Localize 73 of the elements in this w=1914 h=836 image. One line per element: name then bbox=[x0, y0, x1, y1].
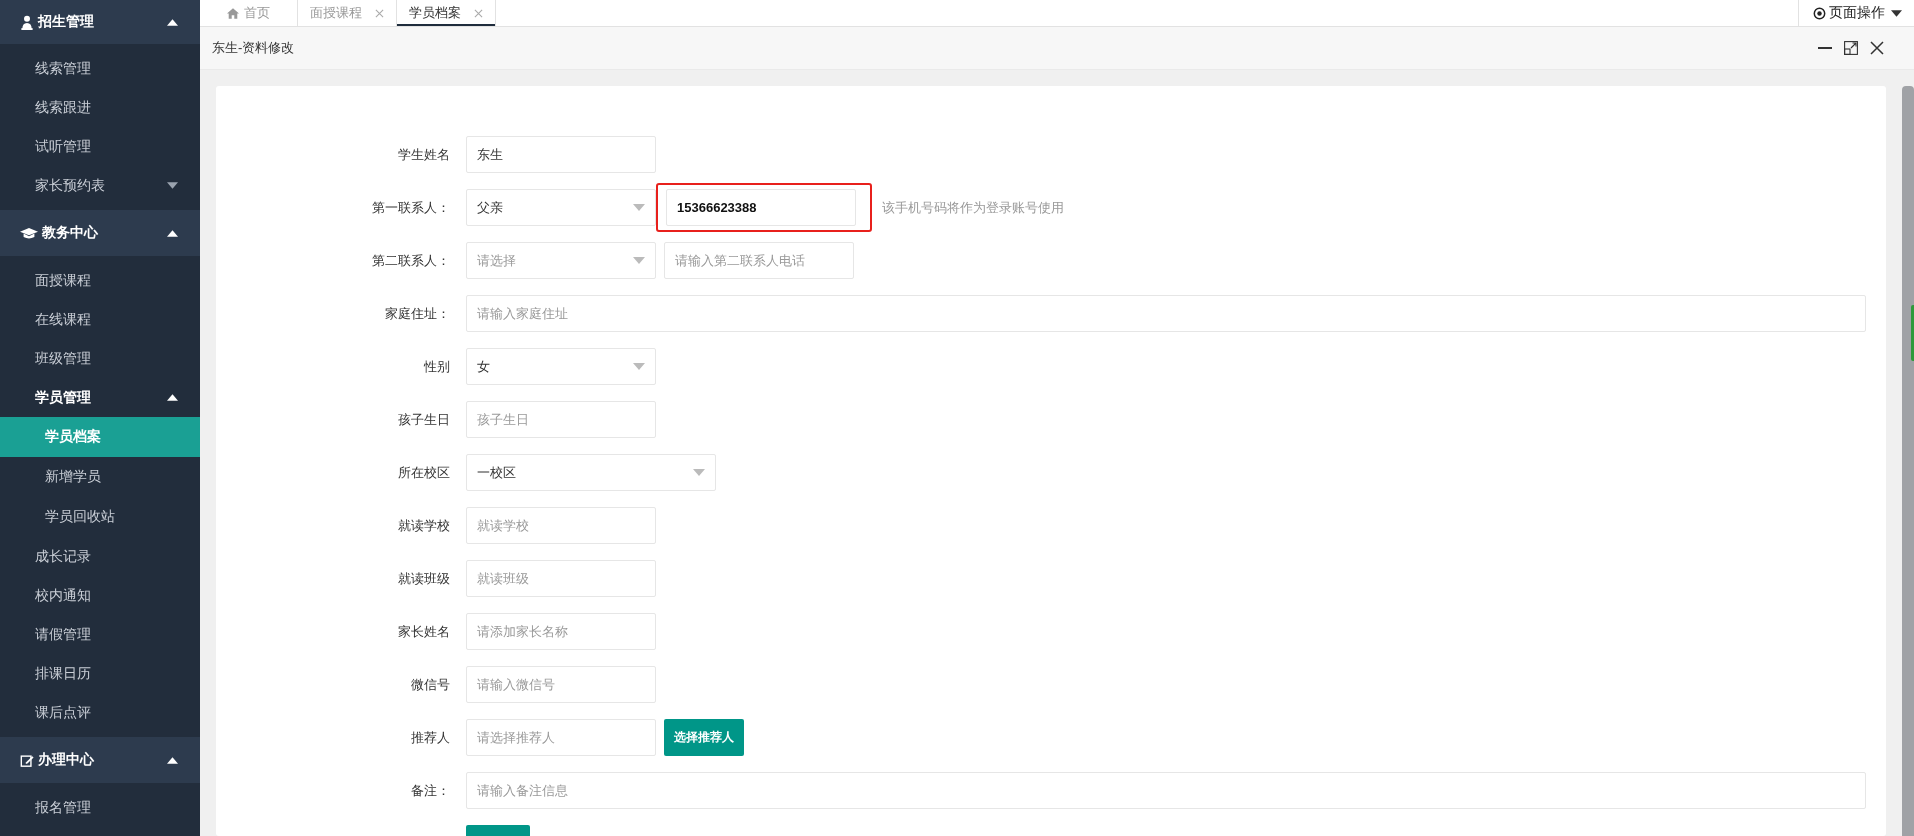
field-label: 第二联系人： bbox=[371, 251, 451, 270]
sidebar-item[interactable]: 面授课程 bbox=[0, 261, 200, 300]
text-input[interactable]: 请选择推荐人 bbox=[466, 719, 656, 756]
caret-down-icon bbox=[633, 363, 645, 370]
field-label: 微信号 bbox=[410, 675, 451, 694]
sidebar-item[interactable]: 报名管理 bbox=[0, 788, 200, 827]
text-input[interactable]: 请输入第二联系人电话 bbox=[664, 242, 854, 279]
sidebar-item[interactable]: 试听管理 bbox=[0, 127, 200, 166]
field-label: 推荐人 bbox=[410, 728, 451, 747]
sidebar-item[interactable]: 排课日历 bbox=[0, 654, 200, 693]
side-widget bbox=[1911, 305, 1914, 361]
sidebar-group-title: 教务中心 bbox=[42, 224, 99, 242]
text-input[interactable]: 就读学校 bbox=[466, 507, 656, 544]
field-label: 就读学校 bbox=[397, 516, 451, 535]
dropdown[interactable]: 父亲 bbox=[466, 189, 656, 226]
sidebar-item[interactable]: 线索跟进 bbox=[0, 88, 200, 127]
text-input[interactable]: 请输入备注信息 bbox=[466, 772, 1866, 809]
edit-icon bbox=[20, 752, 34, 768]
sidebar-item[interactable]: 在线课程 bbox=[0, 300, 200, 339]
sidebar-group-header[interactable]: 招生管理 bbox=[0, 0, 200, 44]
sidebar-group-header[interactable]: 教务中心 bbox=[0, 210, 200, 256]
home-icon bbox=[227, 7, 239, 19]
caret-down-icon bbox=[633, 257, 645, 264]
text-input[interactable]: 请输入微信号 bbox=[466, 666, 656, 703]
sidebar-subitem[interactable]: 新增学员 bbox=[0, 457, 200, 497]
help-text: 该手机号码将作为登录账号使用 bbox=[882, 198, 1064, 217]
field-label: 学生姓名 bbox=[397, 145, 451, 164]
maximize-icon[interactable] bbox=[1844, 41, 1858, 55]
tab[interactable]: 学员档案 bbox=[397, 0, 496, 26]
sidebar-item[interactable]: 成长记录 bbox=[0, 537, 200, 576]
graduation-cap-icon bbox=[20, 225, 38, 241]
sidebar-group-title: 招生管理 bbox=[38, 13, 95, 31]
field-label: 孩子生日 bbox=[397, 410, 451, 429]
sidebar-item[interactable]: 课后点评 bbox=[0, 693, 200, 732]
person-icon bbox=[20, 14, 34, 30]
sidebar-group-header[interactable]: 办理中心 bbox=[0, 737, 200, 783]
dropdown[interactable]: 一校区 bbox=[466, 454, 716, 491]
caret-down-icon bbox=[1891, 9, 1902, 17]
sidebar-item[interactable]: 校内通知 bbox=[0, 576, 200, 615]
text-input[interactable]: 就读班级 bbox=[466, 560, 656, 597]
sidebar-item[interactable]: 请假管理 bbox=[0, 615, 200, 654]
caret-down-icon bbox=[693, 469, 705, 476]
page-actions-menu[interactable]: 页面操作 bbox=[1798, 0, 1914, 26]
scrollbar[interactable] bbox=[1902, 86, 1914, 836]
caret-up-icon bbox=[167, 18, 178, 26]
field-label: 家长姓名 bbox=[397, 622, 451, 641]
field-label: 第一联系人： bbox=[371, 198, 451, 217]
sidebar-subitem[interactable]: 学员回收站 bbox=[0, 497, 200, 537]
sidebar-group-title: 办理中心 bbox=[38, 751, 95, 769]
caret-up-icon bbox=[167, 756, 178, 764]
field-label: 家庭住址： bbox=[384, 304, 451, 323]
close-icon[interactable] bbox=[1870, 41, 1884, 55]
target-icon bbox=[1813, 6, 1826, 20]
panel-title: 东生-资料修改 bbox=[212, 39, 295, 57]
select-referrer-button[interactable]: 选择推荐人 bbox=[664, 719, 744, 756]
text-input[interactable]: 请添加家长名称 bbox=[466, 613, 656, 650]
field-label: 性别 bbox=[423, 357, 451, 376]
caret-up-icon bbox=[167, 394, 178, 401]
field-label: 备注： bbox=[410, 781, 451, 800]
field-label: 就读班级 bbox=[397, 569, 451, 588]
text-input[interactable]: 请输入家庭住址 bbox=[466, 295, 1866, 332]
phone-input[interactable]: 15366623388 bbox=[666, 189, 856, 226]
sidebar-item[interactable]: 线索管理 bbox=[0, 49, 200, 88]
text-input[interactable]: 孩子生日 bbox=[466, 401, 656, 438]
sidebar-item[interactable]: 家长预约表 bbox=[0, 166, 200, 205]
sidebar-item[interactable]: 班级管理 bbox=[0, 339, 200, 378]
caret-up-icon bbox=[167, 229, 178, 237]
caret-down-icon bbox=[167, 182, 178, 189]
text-input[interactable]: 东生 bbox=[466, 136, 656, 173]
field-label: 所在校区 bbox=[397, 463, 451, 482]
caret-down-icon bbox=[633, 204, 645, 211]
sidebar-item[interactable]: 学员管理 bbox=[0, 378, 200, 417]
dropdown[interactable]: 女 bbox=[466, 348, 656, 385]
